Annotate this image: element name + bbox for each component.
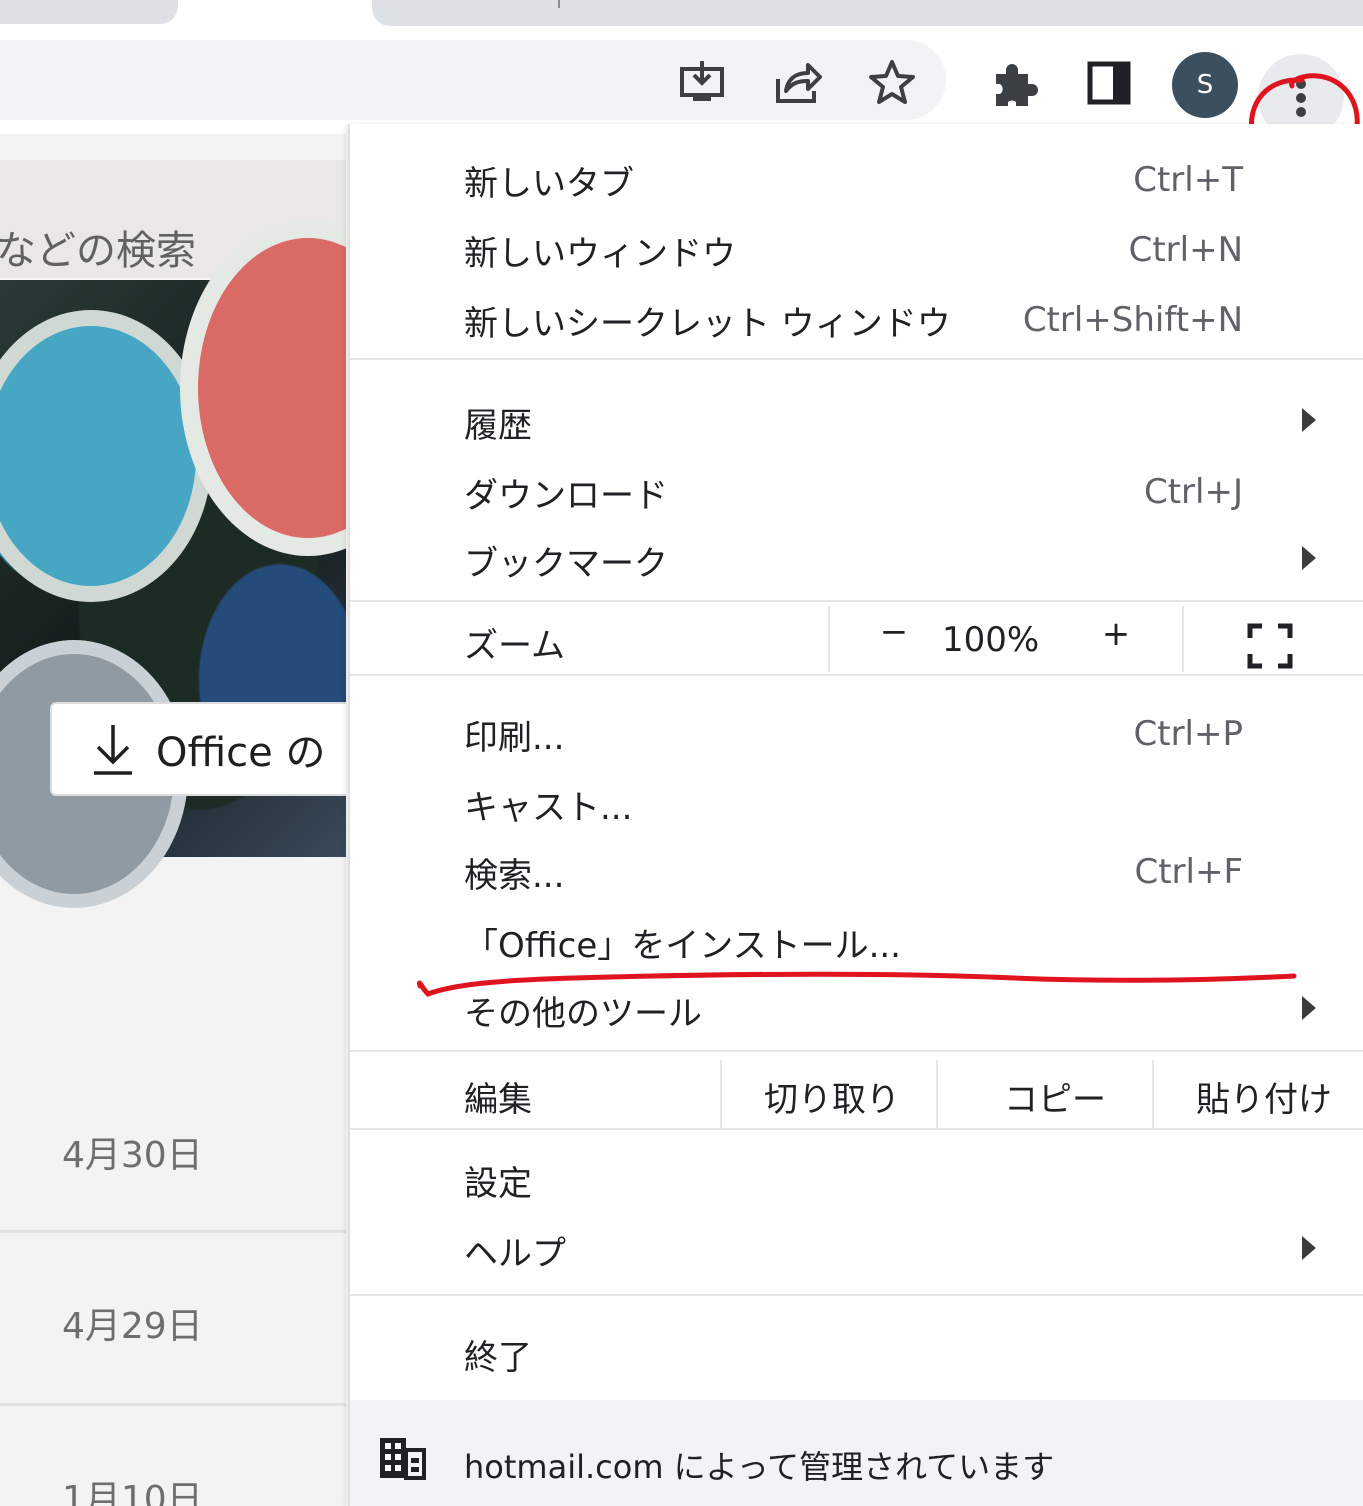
menu-item-shortcut: Ctrl+N	[1128, 230, 1243, 270]
menu-item-label: その他のツール	[464, 994, 702, 1034]
cut-button[interactable]: 切り取り	[764, 1072, 900, 1121]
paste-button[interactable]: 貼り付け	[1196, 1072, 1332, 1121]
install-app-icon[interactable]	[676, 56, 728, 108]
menu-item-shortcut: Ctrl+Shift+N	[1022, 300, 1243, 340]
managed-by-text: hotmail.com によって管理されています	[464, 1448, 1055, 1486]
share-icon[interactable]	[772, 56, 824, 108]
menu-item-label: 新しいシークレット ウィンドウ	[464, 304, 951, 344]
menu-item-label: 新しいウィンドウ	[464, 234, 736, 274]
office-download-button[interactable]: Office の	[50, 702, 346, 796]
menu-item-exit[interactable]: 終了	[350, 1318, 1363, 1386]
more-menu-icon	[1296, 79, 1306, 117]
zoom-in-button[interactable]: +	[1086, 614, 1146, 664]
menu-item-label: 「Office」をインストール...	[464, 926, 901, 966]
menu-separator	[350, 1128, 1363, 1130]
avatar-initial: S	[1196, 70, 1214, 100]
search-placeholder: などの検索	[0, 228, 196, 274]
submenu-arrow-icon	[1302, 996, 1316, 1020]
paint-can-image	[0, 310, 212, 602]
menu-item-shortcut: Ctrl+P	[1133, 714, 1244, 754]
menu-separator	[350, 1050, 1363, 1052]
menu-item-help[interactable]: ヘルプ	[350, 1214, 1363, 1282]
menu-item-shortcut: Ctrl+T	[1133, 160, 1243, 200]
menu-item-shortcut: Ctrl+F	[1134, 852, 1243, 892]
edit-label: 編集	[464, 1080, 532, 1120]
list-item[interactable]: 1月10日	[0, 1406, 346, 1506]
submenu-arrow-icon	[1302, 546, 1316, 570]
building-icon	[380, 1438, 426, 1480]
edit-divider	[720, 1060, 722, 1130]
menu-item-settings[interactable]: 設定	[350, 1144, 1363, 1212]
zoom-divider	[1182, 606, 1184, 672]
menu-item-label: 新しいタブ	[464, 164, 634, 204]
browser-main-menu: 新しいタブ Ctrl+T 新しいウィンドウ Ctrl+N 新しいシークレット ウ…	[348, 124, 1363, 1506]
menu-item-install-office[interactable]: 「Office」をインストール...	[350, 906, 1363, 974]
menu-item-label: 印刷...	[464, 718, 565, 758]
extensions-icon[interactable]	[986, 56, 1042, 112]
menu-item-label: ヘルプ	[464, 1234, 566, 1274]
menu-item-find[interactable]: 検索... Ctrl+F	[350, 836, 1363, 904]
side-panel-icon[interactable]	[1084, 58, 1134, 108]
fullscreen-icon[interactable]	[1246, 622, 1294, 670]
menu-item-label: ダウンロード	[464, 476, 668, 516]
tab-strip	[0, 0, 1363, 38]
list-item[interactable]: 4月29日	[0, 1233, 346, 1406]
menu-item-history[interactable]: 履歴	[350, 386, 1363, 454]
menu-item-new-window[interactable]: 新しいウィンドウ Ctrl+N	[350, 214, 1363, 282]
menu-item-label: 終了	[464, 1338, 532, 1378]
menu-edit-row: 編集 切り取り コピー 貼り付け	[350, 1056, 1363, 1130]
menu-zoom-row: ズーム − 100% +	[350, 602, 1363, 674]
menu-separator	[350, 674, 1363, 676]
date-label: 4月29日	[62, 1306, 203, 1347]
menu-item-shortcut: Ctrl+J	[1143, 472, 1243, 512]
download-button-label: Office の	[156, 730, 326, 776]
edit-divider	[936, 1060, 938, 1130]
browser-toolbar: S	[0, 38, 1363, 180]
tab-divider	[558, 0, 560, 8]
date-label: 4月30日	[62, 1135, 203, 1176]
browser-tab-active[interactable]	[372, 0, 1363, 26]
menu-item-bookmarks[interactable]: ブックマーク	[350, 524, 1363, 592]
profile-avatar[interactable]: S	[1172, 52, 1238, 118]
browser-tab[interactable]	[0, 0, 178, 24]
zoom-label: ズーム	[464, 626, 565, 666]
menu-item-print[interactable]: 印刷... Ctrl+P	[350, 698, 1363, 766]
web-page-background: などの検索 Office の 4月30日 4月29日 1月10日	[0, 126, 346, 1506]
date-label: 1月10日	[62, 1479, 203, 1506]
bookmark-star-icon[interactable]	[866, 56, 918, 108]
menu-item-label: 設定	[464, 1164, 532, 1204]
edit-divider	[1152, 1060, 1154, 1130]
page-strip	[0, 126, 346, 134]
managed-by-banner[interactable]: hotmail.com によって管理されています	[350, 1400, 1363, 1506]
list-item[interactable]: 4月30日	[0, 1060, 346, 1233]
menu-item-label: 検索...	[464, 856, 565, 896]
submenu-arrow-icon	[1302, 1236, 1316, 1260]
menu-item-new-incognito-window[interactable]: 新しいシークレット ウィンドウ Ctrl+Shift+N	[350, 284, 1363, 352]
download-arrow-icon	[94, 725, 132, 775]
submenu-arrow-icon	[1302, 408, 1316, 432]
zoom-level: 100%	[942, 620, 1040, 660]
menu-item-label: キャスト...	[464, 788, 633, 828]
copy-button[interactable]: コピー	[1004, 1072, 1106, 1121]
zoom-out-button[interactable]: −	[864, 612, 924, 662]
menu-item-new-tab[interactable]: 新しいタブ Ctrl+T	[350, 144, 1363, 212]
menu-item-label: ブックマーク	[464, 544, 668, 584]
menu-item-downloads[interactable]: ダウンロード Ctrl+J	[350, 456, 1363, 524]
zoom-divider	[828, 606, 830, 672]
menu-separator	[350, 1294, 1363, 1296]
menu-item-more-tools[interactable]: その他のツール	[350, 974, 1363, 1042]
menu-separator	[350, 358, 1363, 360]
menu-item-label: 履歴	[464, 406, 532, 446]
menu-item-cast[interactable]: キャスト...	[350, 768, 1363, 836]
